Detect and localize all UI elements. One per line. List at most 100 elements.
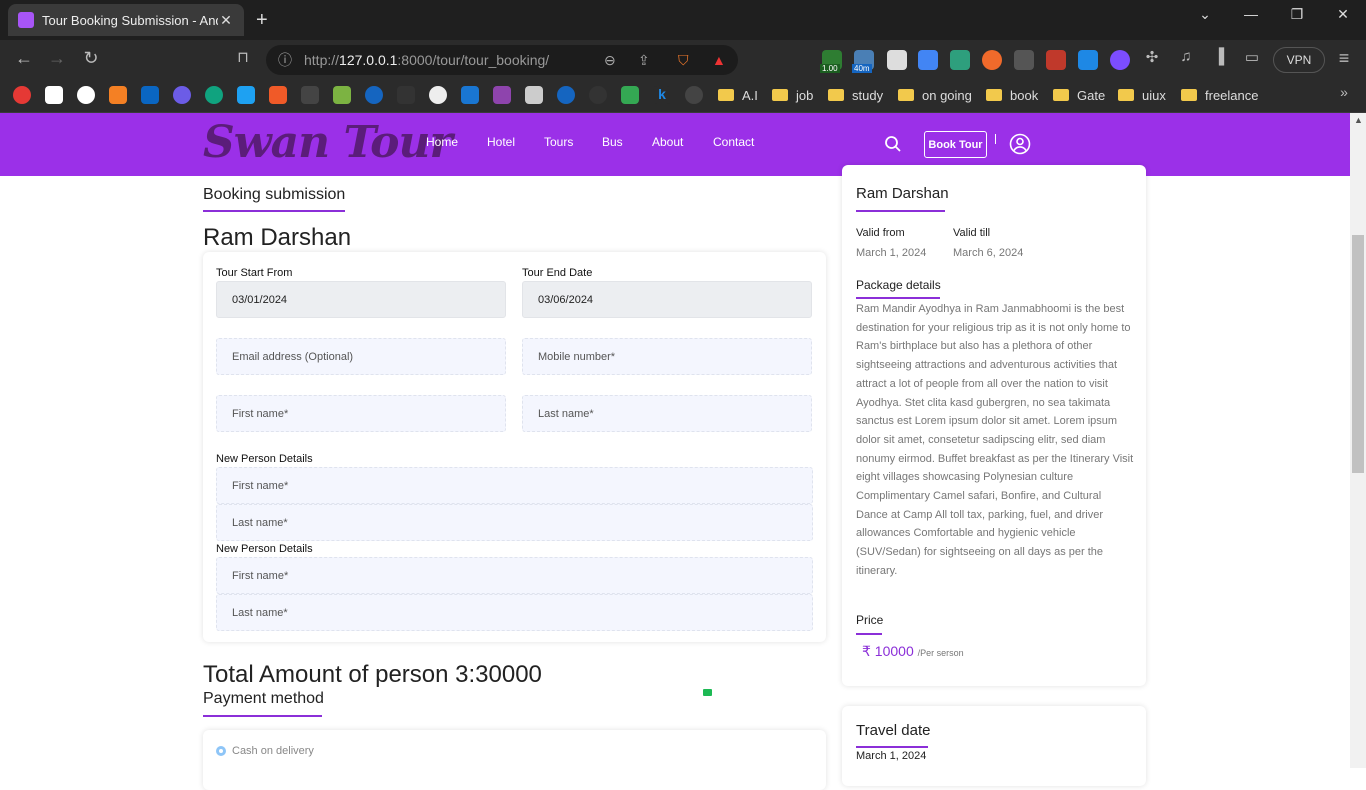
tab-title: Tour Booking Submission - Andt bbox=[42, 12, 218, 28]
forward-icon[interactable]: → bbox=[45, 48, 69, 69]
bookmark-icon[interactable]: k bbox=[653, 86, 671, 104]
sidebar-icon[interactable]: ▐ bbox=[1207, 48, 1231, 65]
bookmark-icon[interactable] bbox=[397, 86, 415, 104]
translate-icon[interactable] bbox=[918, 50, 938, 70]
nav-contact[interactable]: Contact bbox=[713, 135, 754, 149]
bookmark-folder[interactable]: A.I bbox=[718, 85, 758, 105]
site-info-icon[interactable]: ⓘ bbox=[278, 50, 292, 70]
cod-radio[interactable] bbox=[216, 746, 226, 756]
drive-icon[interactable] bbox=[621, 86, 639, 104]
close-tab-icon[interactable]: ✕ bbox=[218, 12, 234, 29]
first-name-field[interactable]: First name* bbox=[216, 395, 506, 432]
bookmark-icon[interactable]: ⊓ bbox=[231, 48, 255, 66]
cod-label[interactable]: Cash on delivery bbox=[232, 745, 314, 757]
gmail-icon[interactable] bbox=[45, 86, 63, 104]
email-field[interactable]: Email address (Optional) bbox=[216, 338, 712, 696]
book-tour-button[interactable]: Book Tour bbox=[924, 131, 987, 158]
menu-icon[interactable]: ≡ bbox=[1332, 48, 1356, 69]
bookmark-folder[interactable]: book bbox=[986, 85, 1038, 105]
extension-icon[interactable] bbox=[950, 50, 970, 70]
payment-card bbox=[203, 730, 826, 790]
last-name-field[interactable]: Last name* bbox=[522, 395, 812, 432]
share-icon[interactable]: ⇪ bbox=[638, 52, 650, 69]
scrollbar-thumb[interactable] bbox=[1352, 235, 1364, 473]
bookmark-icon[interactable] bbox=[461, 86, 479, 104]
nav-tours[interactable]: Tours bbox=[544, 135, 573, 149]
browser-tab[interactable]: Tour Booking Submission - Andt ✕ bbox=[8, 4, 244, 36]
brave-rewards-icon[interactable]: ▲ bbox=[712, 52, 726, 68]
bookmark-icon[interactable] bbox=[237, 86, 255, 104]
nav-home[interactable]: Home bbox=[426, 135, 458, 149]
bookmark-folder[interactable]: Gate bbox=[1053, 85, 1105, 105]
zoom-icon[interactable]: ⊖ bbox=[604, 52, 616, 69]
bookmark-icon[interactable] bbox=[365, 86, 383, 104]
bookmark-folder[interactable]: uiux bbox=[1118, 85, 1166, 105]
reload-icon[interactable]: ↻ bbox=[79, 48, 103, 69]
brave-shield-icon[interactable]: ⛉ bbox=[678, 52, 689, 69]
linkedin-icon[interactable] bbox=[141, 86, 159, 104]
info-icon[interactable] bbox=[429, 86, 447, 104]
chatgpt-icon[interactable] bbox=[205, 86, 223, 104]
nav-bus[interactable]: Bus bbox=[602, 135, 623, 149]
mobile-field[interactable]: Mobile number* bbox=[522, 338, 812, 375]
extension-icon[interactable] bbox=[1110, 50, 1130, 70]
bookmark-icon[interactable] bbox=[333, 86, 351, 104]
search-icon[interactable] bbox=[884, 135, 902, 153]
autofill-icon[interactable] bbox=[703, 689, 712, 696]
start-date-label: Tour Start From bbox=[216, 267, 293, 279]
media-icon[interactable]: ♫ bbox=[1174, 48, 1198, 65]
address-bar[interactable]: ⓘ http://127.0.0.1:8000/tour/tour_bookin… bbox=[266, 45, 738, 75]
extension-icon[interactable] bbox=[982, 50, 1002, 70]
person-last-name-field[interactable]: Last name* bbox=[216, 504, 813, 541]
last-name-placeholder: Last name* bbox=[232, 516, 288, 529]
bookmark-icon[interactable] bbox=[269, 86, 287, 104]
nav-about[interactable]: About bbox=[652, 135, 683, 149]
user-account-icon[interactable] bbox=[1009, 133, 1031, 155]
person-last-name-field[interactable]: Last name* bbox=[216, 594, 813, 631]
package-description: Ram Mandir Ayodhya in Ram Janmabhoomi is… bbox=[856, 303, 1134, 577]
extension-icon[interactable] bbox=[1046, 50, 1066, 70]
person-first-name-field[interactable]: First name* bbox=[216, 467, 813, 504]
more-bookmarks-icon[interactable]: » bbox=[1332, 84, 1356, 100]
bookmark-folder[interactable]: on going bbox=[898, 85, 972, 105]
extension-icon[interactable] bbox=[1014, 50, 1034, 70]
book-tour-label: Book Tour bbox=[928, 138, 983, 151]
bookmark-icon[interactable] bbox=[493, 86, 511, 104]
folder-label: job bbox=[796, 87, 814, 103]
bookmark-icon[interactable] bbox=[173, 86, 191, 104]
site-logo[interactable]: Swan Tour bbox=[203, 117, 453, 168]
close-window-icon[interactable]: ✕ bbox=[1329, 6, 1357, 23]
folder-label: on going bbox=[922, 87, 972, 103]
back-icon[interactable]: ← bbox=[12, 48, 36, 69]
title-underline bbox=[856, 633, 882, 635]
folder-icon bbox=[828, 89, 844, 101]
bookmark-icon[interactable] bbox=[589, 86, 607, 104]
url-prefix: http:// bbox=[304, 52, 340, 68]
bookmark-folder[interactable]: job bbox=[772, 85, 813, 105]
bookmark-icon[interactable] bbox=[525, 86, 543, 104]
person-first-name-field[interactable]: First name* bbox=[216, 557, 813, 594]
extension-icon[interactable] bbox=[1078, 50, 1098, 70]
bookmark-icon[interactable] bbox=[557, 86, 575, 104]
minimize-icon[interactable]: — bbox=[1237, 6, 1265, 22]
stackoverflow-icon[interactable] bbox=[109, 86, 127, 104]
vpn-button[interactable]: VPN bbox=[1273, 47, 1325, 73]
new-person-label: New Person Details bbox=[216, 453, 313, 465]
github-icon[interactable] bbox=[77, 86, 95, 104]
new-tab-icon[interactable]: + bbox=[256, 8, 268, 32]
folder-icon bbox=[718, 89, 734, 101]
bookmark-folder[interactable]: study bbox=[828, 85, 883, 105]
bookmark-folder[interactable]: freelance bbox=[1181, 85, 1258, 105]
extension-icon[interactable] bbox=[887, 50, 907, 70]
maximize-icon[interactable]: ❐ bbox=[1283, 6, 1311, 23]
wallet-icon[interactable]: ▭ bbox=[1240, 48, 1264, 66]
scroll-up-icon[interactable]: ▲ bbox=[1354, 115, 1363, 125]
bookmark-icon[interactable] bbox=[301, 86, 319, 104]
extensions-puzzle-icon[interactable]: ✣ bbox=[1140, 48, 1164, 66]
extension-badge: 40m bbox=[852, 64, 872, 73]
page-scrollbar[interactable]: ▲ bbox=[1350, 113, 1366, 768]
tab-search-icon[interactable]: ⌄ bbox=[1191, 6, 1219, 23]
bookmark-icon[interactable] bbox=[685, 86, 703, 104]
nav-hotel[interactable]: Hotel bbox=[487, 135, 515, 149]
bookmark-icon[interactable] bbox=[13, 86, 31, 104]
